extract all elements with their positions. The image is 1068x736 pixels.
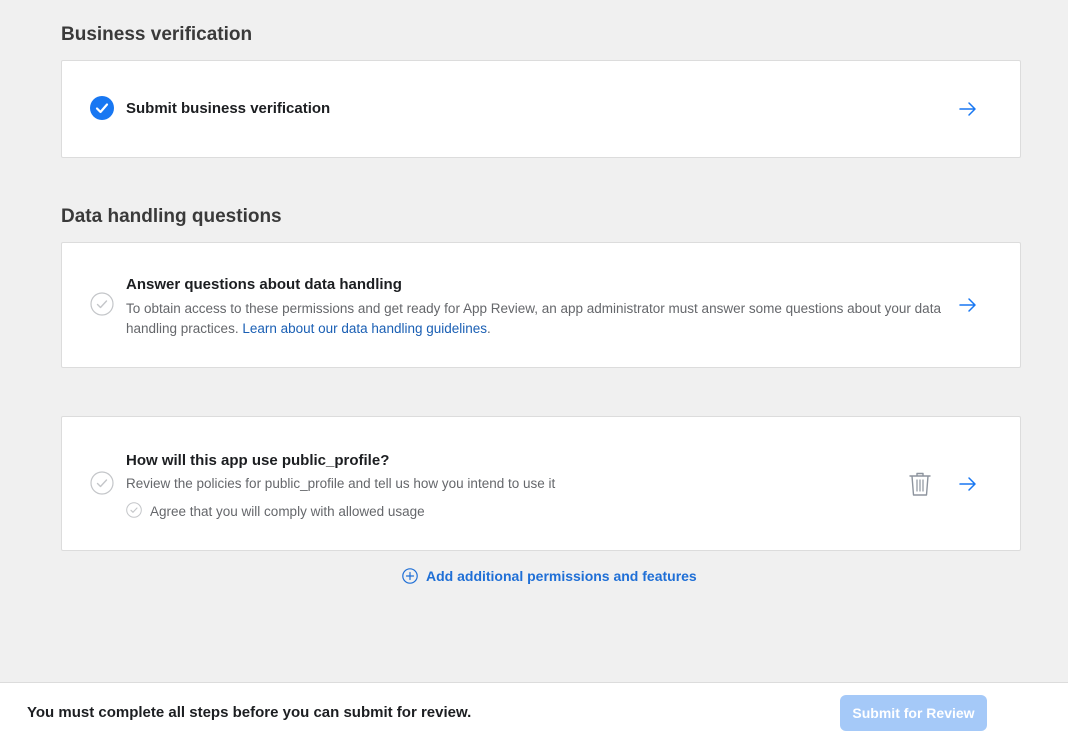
- check-circle-outline-icon: [90, 292, 114, 316]
- plus-circle-icon: [402, 568, 418, 584]
- arrow-right-icon[interactable]: [958, 297, 978, 313]
- data-handling-item-title: Answer questions about data handling: [126, 276, 402, 293]
- submit-for-review-button[interactable]: Submit for Review: [840, 695, 987, 731]
- footer-message: You must complete all steps before you c…: [27, 704, 472, 721]
- arrow-right-icon[interactable]: [958, 476, 978, 492]
- business-verification-card[interactable]: Submit business verification: [61, 60, 1021, 158]
- public-profile-permission-card[interactable]: How will this app use public_profile? Re…: [61, 416, 1021, 551]
- arrow-right-icon[interactable]: [958, 101, 978, 117]
- data-handling-guidelines-link[interactable]: Learn about our data handling guidelines: [242, 321, 487, 336]
- business-verification-title: Business verification: [61, 24, 253, 45]
- check-circle-filled-icon: [90, 96, 114, 120]
- data-handling-title: Data handling questions: [61, 206, 282, 227]
- footer-bar: You must complete all steps before you c…: [0, 682, 1068, 736]
- check-circle-outline-icon: [90, 471, 114, 495]
- permission-description: Review the policies for public_profile a…: [126, 476, 556, 491]
- trash-icon[interactable]: [908, 471, 932, 497]
- submit-business-verification-title: Submit business verification: [126, 100, 331, 117]
- permission-title: How will this app use public_profile?: [126, 452, 390, 469]
- data-handling-link-suffix: .: [487, 321, 491, 336]
- data-handling-card[interactable]: Answer questions about data handling To …: [61, 242, 1021, 368]
- add-permissions-button[interactable]: Add additional permissions and features: [402, 566, 697, 586]
- comply-usage-substep: Agree that you will comply with allowed …: [150, 504, 425, 519]
- check-circle-outline-icon: [126, 502, 142, 518]
- add-permissions-label: Add additional permissions and features: [426, 568, 697, 584]
- data-handling-description: To obtain access to these permissions an…: [126, 299, 948, 339]
